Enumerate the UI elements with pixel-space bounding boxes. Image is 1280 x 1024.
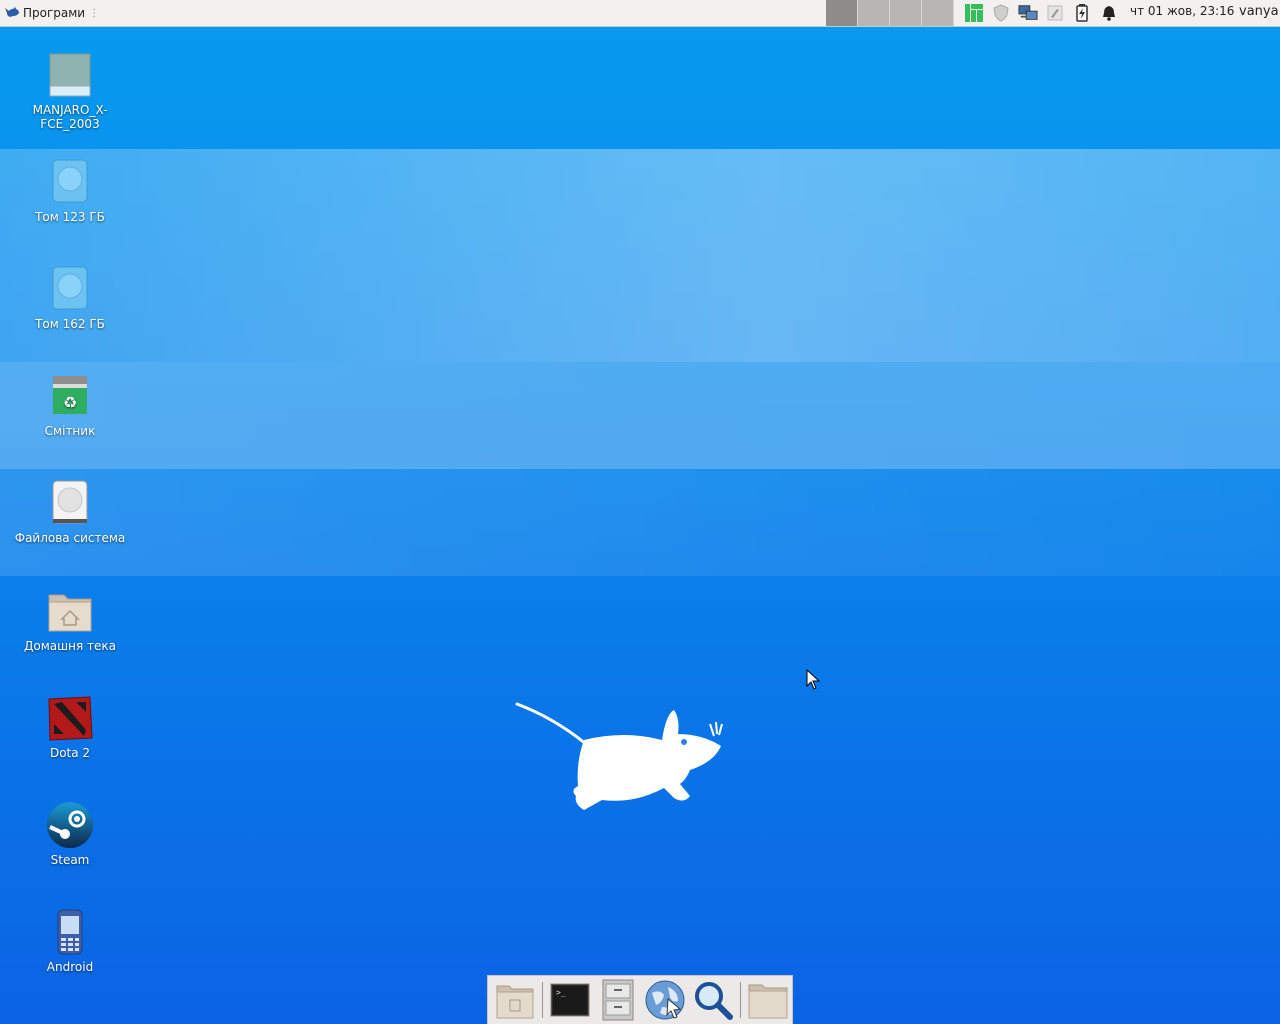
desktop-icon-label: Том 162 ГБ (35, 317, 105, 331)
desktop-icon-android[interactable]: Android (10, 908, 130, 974)
dock-separator (541, 982, 543, 1018)
clock[interactable]: чт 01 жов, 23:16 (1130, 4, 1234, 18)
wallpaper-band (0, 469, 1280, 576)
desktop-icon-label: Домашня тека (24, 639, 116, 653)
desktop-icon-label: Смітник (44, 424, 96, 438)
search-icon[interactable] (691, 978, 735, 1022)
svg-text:>_: >_ (556, 988, 566, 997)
pen-icon[interactable] (1045, 3, 1065, 23)
wallpaper-band (0, 362, 1280, 469)
mouse-cursor (806, 668, 821, 695)
desktop-icon-label: Файлова система (14, 531, 126, 545)
desktop-icon-label: Том 123 ГБ (35, 210, 105, 224)
shield-icon[interactable] (991, 3, 1011, 23)
dock-separator (740, 982, 742, 1018)
desktop-icon-volume-123[interactable]: Том 123 ГБ (10, 158, 130, 224)
xfce-mouse-wallpaper-logo (514, 700, 729, 819)
applications-menu-label: Програми (23, 6, 86, 20)
home-folder-icon (46, 587, 94, 635)
workspace-4[interactable] (922, 0, 954, 26)
desktop-icon-volume-162[interactable]: Том 162 ГБ (10, 265, 130, 331)
desktop-icon-label: MANJARO_X-FCE_2003 (32, 103, 108, 131)
user-menu[interactable]: vanya (1239, 4, 1279, 19)
xfce-mouse-icon (4, 5, 20, 22)
workspace-switcher (826, 0, 954, 26)
system-tray (964, 0, 1119, 26)
bottom-dock: >_ (487, 975, 793, 1024)
volume-icon (46, 265, 94, 313)
workspace-3[interactable] (890, 0, 922, 26)
file-manager-icon[interactable] (596, 978, 640, 1022)
bell-icon[interactable] (1099, 3, 1119, 23)
show-desktop-icon[interactable] (493, 978, 537, 1022)
web-browser-icon[interactable] (643, 978, 687, 1022)
desktop-icon-label: Android (46, 960, 94, 974)
harddisk-icon (46, 479, 94, 527)
battery-icon[interactable] (1072, 3, 1092, 23)
workspace-2[interactable] (858, 0, 890, 26)
desktop-icon-steam[interactable]: Steam (10, 801, 130, 867)
desktop-icon-manjaro-drive[interactable]: MANJARO_X-FCE_2003 (10, 51, 130, 131)
manjaro-icon[interactable] (964, 3, 984, 23)
desktop-icon-label: Steam (50, 853, 90, 867)
trash-icon: ♻ (46, 372, 94, 420)
steam-icon (46, 801, 94, 849)
applications-menu-button[interactable]: Програми ⋮ (0, 0, 103, 26)
folder-icon[interactable] (746, 978, 790, 1022)
desktop-icon-filesystem[interactable]: Файлова система (10, 479, 130, 545)
grip-icon: ⋮ (89, 7, 100, 19)
terminal-icon[interactable]: >_ (548, 978, 592, 1022)
volume-icon (46, 158, 94, 206)
network-icon[interactable] (1018, 3, 1038, 23)
svg-text:♻: ♻ (63, 393, 77, 412)
phone-icon (46, 908, 94, 956)
desktop-icon-dota2[interactable]: Dota 2 (10, 694, 130, 760)
drive-icon (46, 51, 94, 99)
top-panel: Програми ⋮ чт 01 жов, 23:16 vanya (0, 0, 1280, 27)
dota-icon (46, 694, 94, 742)
desktop-icon-label: Dota 2 (49, 746, 91, 760)
desktop-icon-home[interactable]: Домашня тека (10, 587, 130, 653)
workspace-1[interactable] (826, 0, 858, 26)
desktop-icon-trash[interactable]: ♻ Смітник (10, 372, 130, 438)
wallpaper-band (0, 149, 1280, 362)
